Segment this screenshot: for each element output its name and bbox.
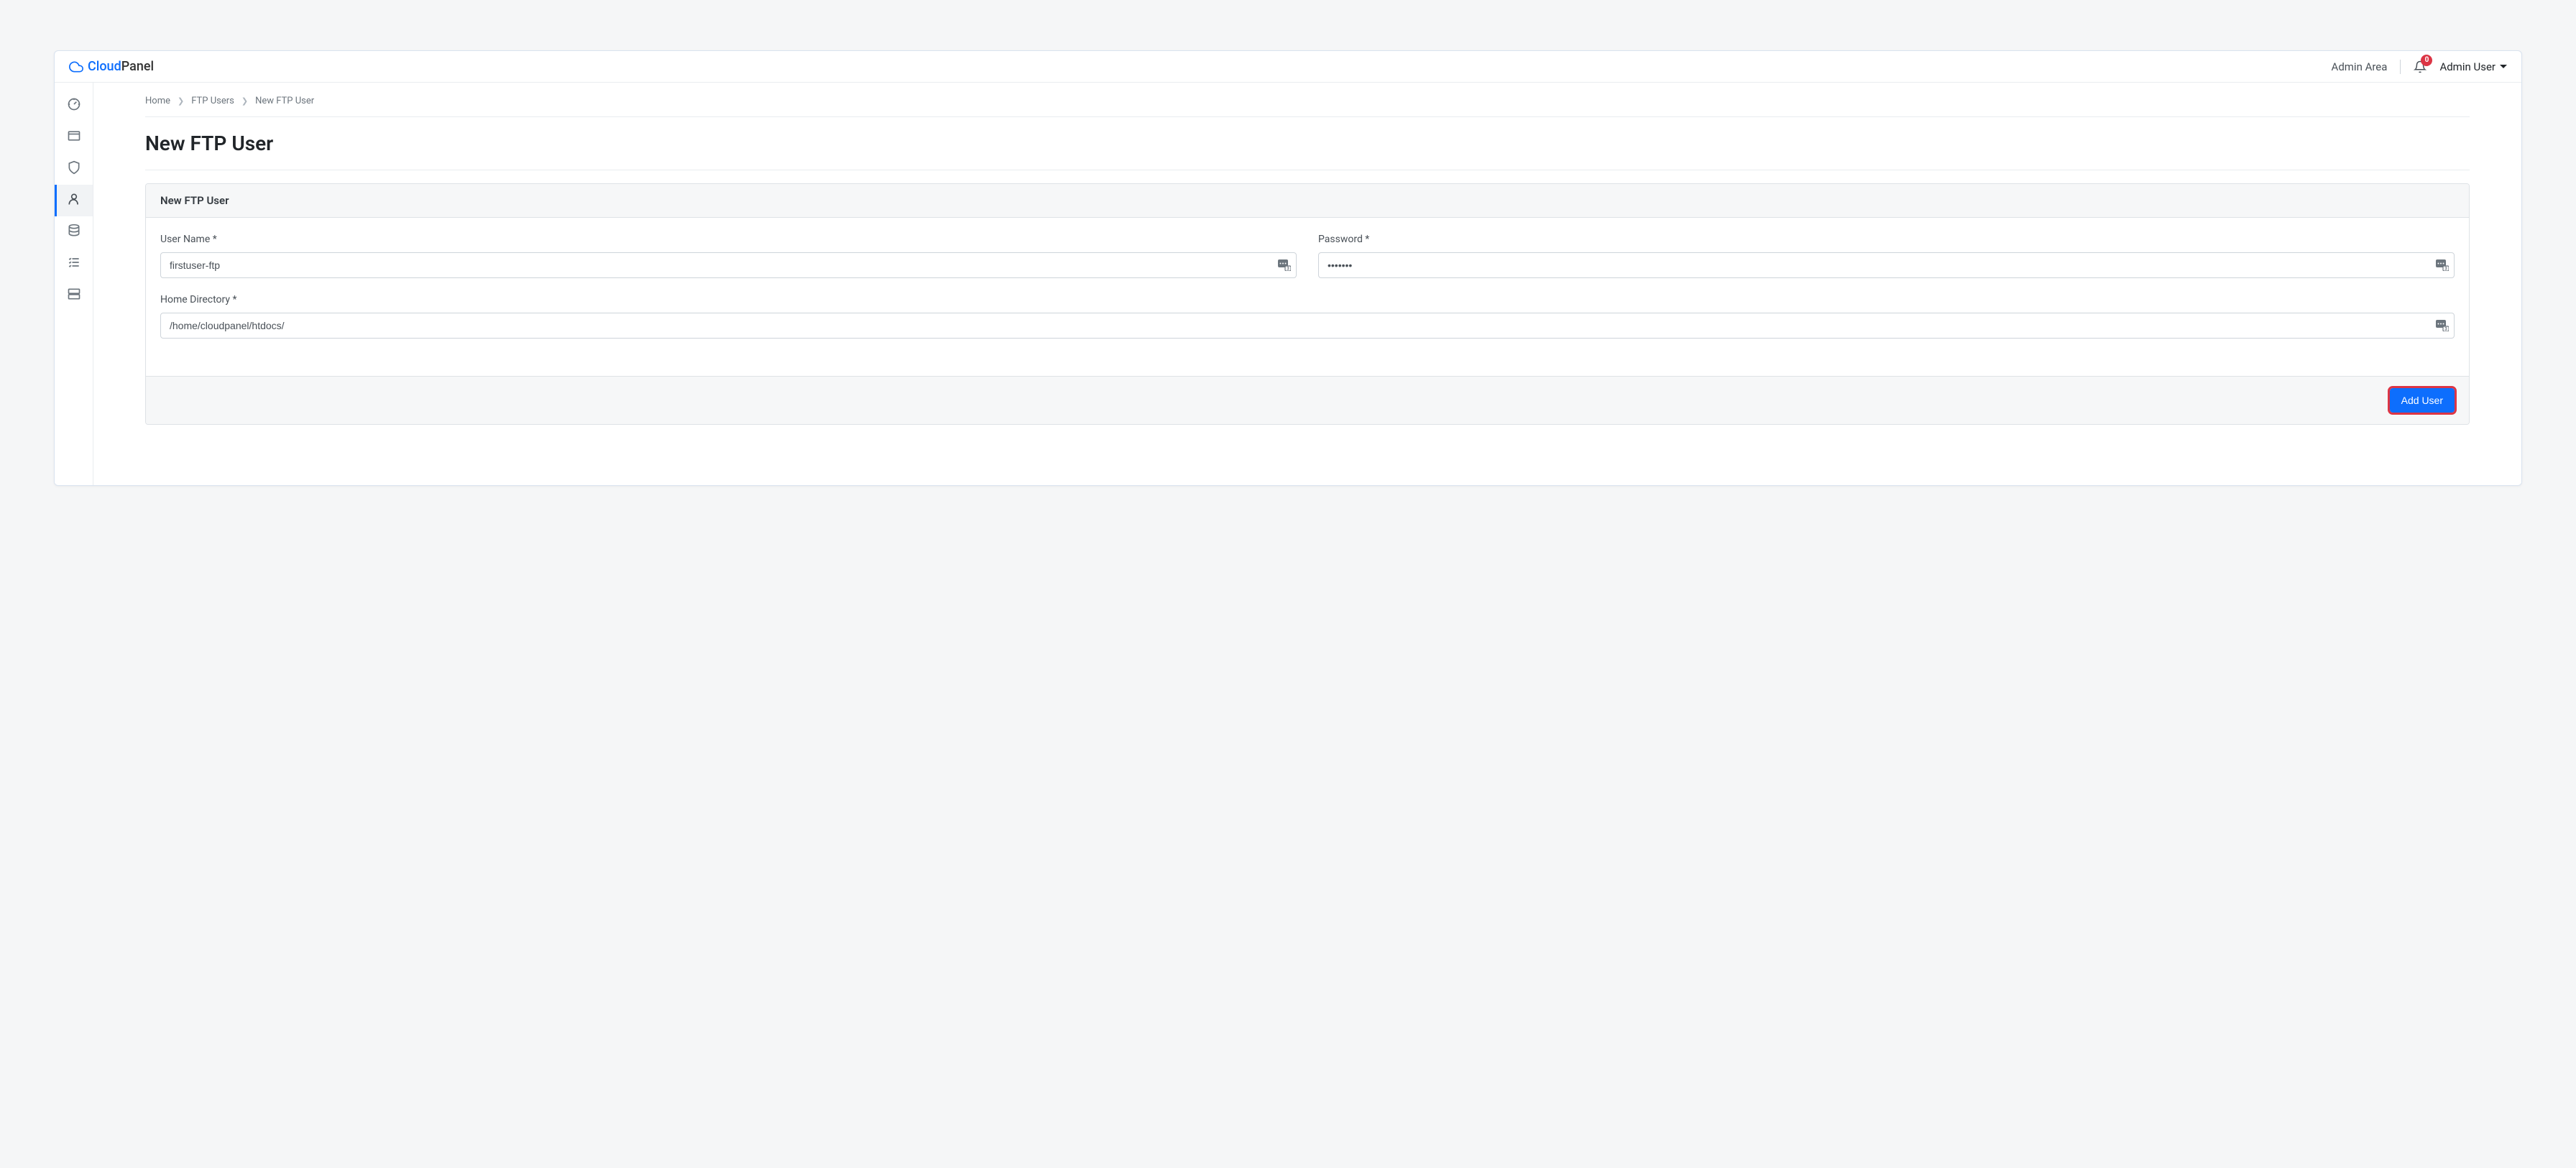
divider bbox=[2400, 60, 2401, 74]
app-window: CloudPanel Admin Area 0 Admin User bbox=[54, 50, 2522, 486]
field-home-directory: Home Directory * 3 bbox=[160, 294, 2455, 339]
notifications-button[interactable]: 0 bbox=[2414, 60, 2426, 73]
user-name-label: User Name * bbox=[160, 234, 1297, 245]
shield-icon bbox=[67, 160, 81, 178]
app-header: CloudPanel Admin Area 0 Admin User bbox=[55, 51, 2521, 83]
breadcrumb: Home ❯ FTP Users ❯ New FTP User bbox=[145, 96, 2470, 117]
admin-area-link[interactable]: Admin Area bbox=[2332, 60, 2388, 73]
header-right: Admin Area 0 Admin User bbox=[2332, 60, 2507, 74]
chevron-right-icon: ❯ bbox=[178, 96, 184, 106]
main-content: Home ❯ FTP Users ❯ New FTP User New FTP … bbox=[93, 83, 2521, 485]
sidebar-item-servers[interactable] bbox=[55, 280, 93, 311]
sidebar-item-cron[interactable] bbox=[55, 248, 93, 280]
field-password: Password * 3 bbox=[1318, 234, 2455, 278]
card-footer: Add User bbox=[146, 376, 2469, 424]
breadcrumb-current: New FTP User bbox=[255, 96, 314, 106]
sidebar-item-databases[interactable] bbox=[55, 216, 93, 248]
sidebar-item-security[interactable] bbox=[55, 153, 93, 185]
home-directory-input[interactable] bbox=[160, 313, 2455, 339]
chevron-down-icon bbox=[2500, 65, 2507, 68]
breadcrumb-home[interactable]: Home bbox=[145, 96, 170, 106]
field-user-name: User Name * 3 bbox=[160, 234, 1297, 278]
card-header: New FTP User bbox=[146, 184, 2469, 218]
chevron-right-icon: ❯ bbox=[242, 96, 248, 106]
sidebar-item-dashboard[interactable] bbox=[55, 90, 93, 121]
sidebar-item-sites[interactable] bbox=[55, 121, 93, 153]
window-icon bbox=[67, 129, 81, 146]
logo[interactable]: CloudPanel bbox=[69, 59, 154, 74]
card-body: User Name * 3 Password * bbox=[146, 218, 2469, 376]
page-title: New FTP User bbox=[145, 117, 2470, 170]
server-icon bbox=[67, 287, 81, 304]
form-card: New FTP User User Name * 3 bbox=[145, 183, 2470, 425]
gauge-icon bbox=[67, 97, 81, 114]
app-body: Home ❯ FTP Users ❯ New FTP User New FTP … bbox=[55, 83, 2521, 485]
user-name-input[interactable] bbox=[160, 252, 1297, 278]
breadcrumb-ftp-users[interactable]: FTP Users bbox=[191, 96, 234, 106]
sidebar-item-users[interactable] bbox=[55, 185, 93, 216]
password-input[interactable] bbox=[1318, 252, 2455, 278]
add-user-button[interactable]: Add User bbox=[2390, 388, 2455, 413]
user-menu-label: Admin User bbox=[2439, 60, 2496, 73]
list-check-icon bbox=[67, 255, 81, 272]
user-icon bbox=[67, 192, 81, 209]
notification-badge: 0 bbox=[2421, 55, 2432, 66]
logo-text-panel: Panel bbox=[121, 59, 154, 74]
sidebar bbox=[55, 83, 93, 485]
cloud-icon bbox=[69, 60, 83, 74]
logo-text-cloud: Cloud bbox=[88, 59, 121, 74]
database-icon bbox=[67, 224, 81, 241]
password-label: Password * bbox=[1318, 234, 2455, 245]
home-directory-label: Home Directory * bbox=[160, 294, 2455, 305]
user-menu[interactable]: Admin User bbox=[2439, 60, 2507, 73]
